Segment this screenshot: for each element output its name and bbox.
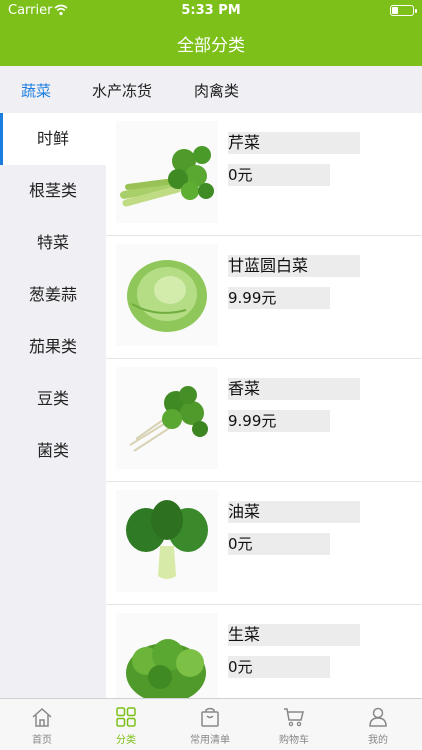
- product-row[interactable]: 香菜 9.99元: [106, 359, 422, 482]
- status-time: 5:33 PM: [181, 3, 241, 18]
- sidebar-item-roots[interactable]: 根茎类: [0, 165, 106, 217]
- sidebar-item-special[interactable]: 特菜: [0, 217, 106, 269]
- cart-icon: [284, 708, 304, 727]
- bok-choy-image: [116, 490, 218, 592]
- subcategory-sidebar: 时鲜 根茎类 特菜 葱姜蒜 茄果类 豆类 菌类: [0, 113, 106, 698]
- tab-meat-poultry[interactable]: 肉禽类: [194, 80, 239, 101]
- product-name: 芹菜: [228, 132, 360, 154]
- celery-image: [116, 121, 218, 223]
- coriander-image: [116, 367, 218, 469]
- category-tabs: 蔬菜 水产冻货 肉禽类: [0, 66, 422, 113]
- bottom-tab-bar: 首页 分类 常用清单 购物车 我的: [0, 698, 422, 750]
- sidebar-item-beans[interactable]: 豆类: [0, 373, 106, 425]
- sidebar-item-mushrooms[interactable]: 菌类: [0, 425, 106, 477]
- sidebar-item-aromatics[interactable]: 葱姜蒜: [0, 269, 106, 321]
- bag-icon: [201, 707, 219, 727]
- product-name: 甘蓝圆白菜: [228, 255, 360, 277]
- nav-header: Carrier 5:33 PM 全部分类: [0, 0, 422, 66]
- battery-icon: [390, 5, 417, 16]
- tabbar-label: 分类: [116, 735, 136, 746]
- sidebar-item-seasonal[interactable]: 时鲜: [0, 113, 106, 165]
- product-price: 0元: [228, 164, 330, 186]
- home-icon: [32, 707, 52, 727]
- tabbar-home[interactable]: 首页: [0, 699, 84, 750]
- product-name: 香菜: [228, 378, 360, 400]
- lettuce-image: [116, 613, 218, 698]
- product-row[interactable]: 芹菜 0元: [106, 113, 422, 236]
- tabbar-label: 常用清单: [190, 735, 230, 746]
- tab-vegetables[interactable]: 蔬菜: [21, 80, 51, 101]
- tabbar-cart[interactable]: 购物车: [252, 699, 336, 750]
- tabbar-label: 购物车: [279, 735, 309, 746]
- tabbar-label: 首页: [32, 735, 52, 746]
- product-name: 生菜: [228, 624, 360, 646]
- tabbar-label: 我的: [368, 735, 388, 746]
- cabbage-image: [116, 244, 218, 346]
- product-price: 0元: [228, 656, 330, 678]
- product-price: 0元: [228, 533, 330, 555]
- product-price: 9.99元: [228, 410, 330, 432]
- product-list: 芹菜 0元 甘蓝圆白菜 9.99元 香菜 9.99元 油菜 0元 生菜 0元: [106, 113, 422, 698]
- user-icon: [369, 707, 387, 727]
- product-row[interactable]: 油菜 0元: [106, 482, 422, 605]
- sidebar-item-fruit-veg[interactable]: 茄果类: [0, 321, 106, 373]
- tabbar-category[interactable]: 分类: [84, 699, 168, 750]
- product-name: 油菜: [228, 501, 360, 523]
- product-price: 9.99元: [228, 287, 330, 309]
- product-row[interactable]: 生菜 0元: [106, 605, 422, 698]
- page-title: 全部分类: [177, 36, 245, 56]
- tabbar-list[interactable]: 常用清单: [168, 699, 252, 750]
- category-icon: [116, 707, 136, 727]
- tab-frozen-seafood[interactable]: 水产冻货: [92, 80, 152, 101]
- tabbar-me[interactable]: 我的: [336, 699, 420, 750]
- product-row[interactable]: 甘蓝圆白菜 9.99元: [106, 236, 422, 359]
- status-bar: Carrier 5:33 PM: [0, 0, 422, 22]
